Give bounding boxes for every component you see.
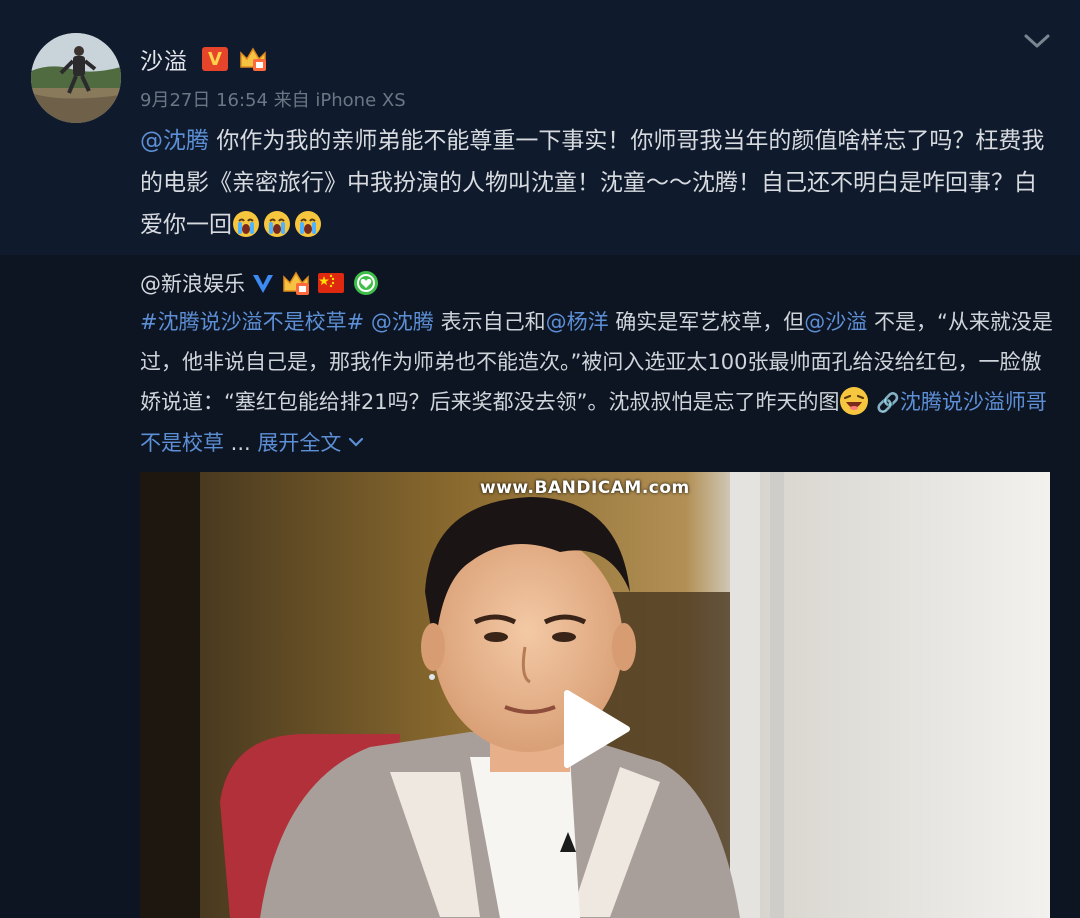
repost-text: 表示自己和 bbox=[433, 310, 546, 334]
video-watermark: www.BANDICAM.com bbox=[480, 478, 690, 498]
green-heart-badge-icon bbox=[354, 271, 378, 295]
post-body: @沈腾 你作为我的亲师弟能不能尊重一下事实！你师哥我当年的颜值啥样忘了吗？枉费我… bbox=[140, 120, 1045, 246]
post-author-row: 沙溢 V bbox=[140, 42, 268, 76]
expand-label: 展开全文 bbox=[257, 431, 342, 455]
crying-face-icon bbox=[264, 211, 290, 237]
ellipsis: ... bbox=[224, 431, 258, 455]
avatar[interactable] bbox=[31, 33, 121, 123]
repost-body: #沈腾说沙溢不是校草# @沈腾 表示自己和@杨洋 确实是军艺校草，但@沙溢 不是… bbox=[140, 302, 1055, 463]
expand-full-text-link[interactable]: 展开全文 bbox=[257, 431, 364, 455]
repost-text: 确实是军艺校草，但 bbox=[608, 310, 805, 334]
mention-link[interactable]: @沈腾 bbox=[140, 128, 209, 154]
repost-author-row: @新浪娱乐 bbox=[140, 265, 379, 301]
mention-link[interactable]: @沈腾 bbox=[371, 310, 434, 334]
vip-crown-icon bbox=[240, 47, 266, 71]
vip-crown-icon bbox=[283, 271, 309, 295]
crying-face-icon bbox=[233, 211, 259, 237]
chevron-down-icon bbox=[348, 437, 364, 447]
china-flag-icon bbox=[318, 273, 344, 293]
repost-author[interactable]: @新浪娱乐 bbox=[140, 268, 245, 298]
mention-link[interactable]: @沙溢 bbox=[804, 310, 867, 334]
crying-face-icon bbox=[295, 211, 321, 237]
post-source: 来自 iPhone XS bbox=[273, 90, 406, 111]
post-timestamp: 9月27日 16:54 bbox=[140, 90, 268, 111]
username[interactable]: 沙溢 bbox=[140, 42, 188, 76]
verified-badge-icon: V bbox=[202, 47, 228, 71]
laughing-face-icon bbox=[840, 387, 869, 415]
link-icon: 🔗 bbox=[876, 392, 900, 414]
blue-v-badge-icon bbox=[253, 275, 273, 293]
post-meta: 9月27日 16:54 来自 iPhone XS bbox=[140, 86, 406, 112]
chevron-down-icon[interactable] bbox=[1022, 30, 1052, 52]
mention-link[interactable]: @杨洋 bbox=[546, 310, 609, 334]
play-icon[interactable] bbox=[557, 687, 633, 771]
hashtag-link[interactable]: #沈腾说沙溢不是校草# bbox=[140, 310, 364, 334]
